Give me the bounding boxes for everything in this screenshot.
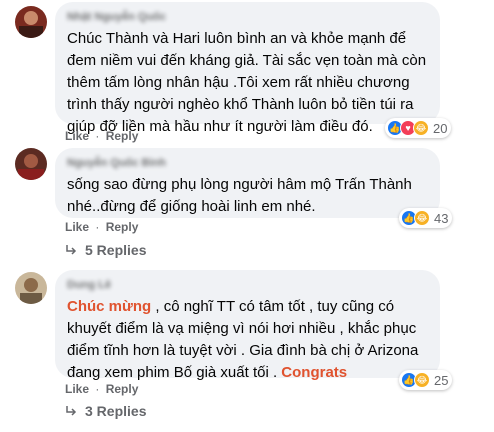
replies-label[interactable]: 5 Replies <box>85 242 146 258</box>
comment-author[interactable]: Nguyễn Quốc Bình <box>67 156 428 170</box>
reply-arrow-icon <box>66 406 77 416</box>
view-replies-button[interactable]: 5 Replies <box>65 242 146 258</box>
view-replies-button[interactable]: 3 Replies <box>65 403 146 419</box>
haha-icon: 😂 <box>413 120 429 136</box>
comment-author[interactable]: Nhật Nguyễn Quốc <box>67 10 428 24</box>
replies-label[interactable]: 3 Replies <box>85 403 146 419</box>
reply-link[interactable]: Reply <box>106 382 139 396</box>
avatar[interactable] <box>15 6 47 38</box>
comment-text: Chúc mừng , cô nghĩ TT có tâm tốt , tuy … <box>67 296 428 384</box>
haha-icon: 😂 <box>414 210 430 226</box>
reaction-count: 25 <box>434 372 449 388</box>
highlight-text: Chúc mừng <box>67 298 152 315</box>
reaction-summary[interactable]: 👍 ♥ 😂 20 <box>385 118 452 138</box>
avatar[interactable] <box>15 148 47 180</box>
comment-text: sống sao đừng phụ lòng người hâm mộ Trấn… <box>67 176 412 215</box>
reaction-summary[interactable]: 👍 😂 43 <box>399 208 453 228</box>
comment-text: Chúc Thành và Hari luôn bình an và khỏe … <box>67 30 427 135</box>
like-link[interactable]: Like <box>65 382 89 396</box>
avatar[interactable] <box>15 272 47 304</box>
reaction-count: 43 <box>434 210 449 226</box>
comment-actions: Like · Reply <box>65 129 138 143</box>
comment-bubble: Nguyễn Quốc Bình sống sao đừng phụ lòng … <box>55 148 440 218</box>
reply-arrow-icon <box>66 245 77 255</box>
reaction-summary[interactable]: 👍 😂 25 <box>399 370 453 390</box>
separator: · <box>95 129 100 143</box>
reaction-count: 20 <box>433 120 448 136</box>
separator: · <box>95 382 100 396</box>
haha-icon: 😂 <box>414 372 430 388</box>
separator: · <box>95 220 100 234</box>
comment-author[interactable]: Dung Lê <box>67 278 428 292</box>
like-link[interactable]: Like <box>65 220 89 234</box>
highlight-text: Congrats <box>281 364 348 381</box>
reply-link[interactable]: Reply <box>106 129 139 143</box>
reply-link[interactable]: Reply <box>106 220 139 234</box>
comment-bubble: Nhật Nguyễn Quốc Chúc Thành và Hari luôn… <box>55 2 440 135</box>
like-link[interactable]: Like <box>65 129 89 143</box>
comment-bubble: Dung Lê Chúc mừng , cô nghĩ TT có tâm tố… <box>55 270 440 381</box>
comment-actions: Like · Reply <box>65 220 138 234</box>
comment-actions: Like · Reply <box>65 382 138 396</box>
